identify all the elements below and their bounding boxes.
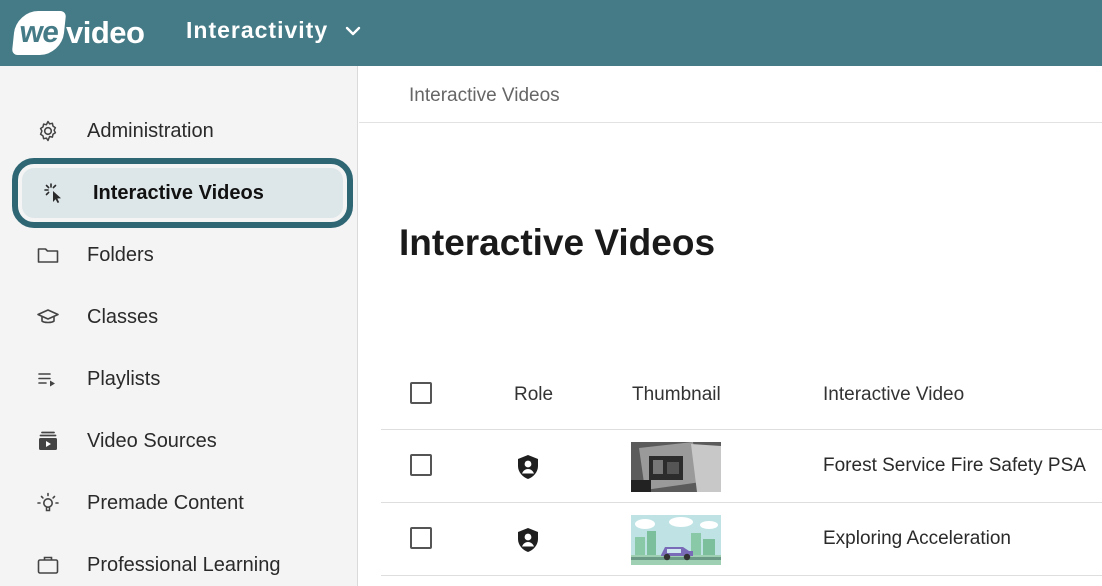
sidebar-item-classes[interactable]: Classes	[20, 292, 350, 342]
video-name: Forest Service Fire Safety PSA	[823, 455, 1086, 476]
breadcrumb-bar: Interactive Videos	[359, 66, 1102, 123]
logo-video: video	[66, 15, 145, 50]
breadcrumb[interactable]: Interactive Videos	[409, 85, 560, 107]
logo-we: we	[11, 11, 67, 55]
sidebar-item-professional-learning[interactable]: Professional Learning	[20, 540, 350, 586]
sidebar-item-folders[interactable]: Folders	[20, 230, 350, 280]
sidebar-item-label: Folders	[87, 243, 154, 266]
video-name: Exploring Acceleration	[823, 528, 1011, 549]
table-row[interactable]: Exploring Acceleration	[381, 503, 1102, 576]
app-switcher[interactable]: Interactivity	[186, 17, 362, 44]
page-title: Interactive Videos	[399, 222, 716, 263]
row-checkbox[interactable]	[410, 454, 432, 476]
graduation-cap-icon	[34, 303, 62, 331]
chevron-down-icon	[345, 26, 361, 35]
video-sources-icon	[34, 427, 62, 455]
briefcase-icon	[34, 551, 62, 579]
column-header-thumbnail[interactable]: Thumbnail	[632, 384, 721, 406]
table-row[interactable]: Forest Service Fire Safety PSA	[381, 430, 1102, 503]
folder-icon	[34, 241, 62, 269]
dark-photo-thumbnail[interactable]	[631, 442, 721, 492]
sidebar-item-label: Premade Content	[87, 491, 244, 514]
sidebar-item-label: Interactive Videos	[93, 181, 264, 204]
sidebar-item-label: Administration	[87, 119, 214, 142]
shield-user-icon	[518, 455, 538, 479]
column-header-role[interactable]: Role	[514, 384, 553, 406]
videos-table: Role Thumbnail Interactive Video Forest …	[381, 362, 1102, 576]
table-header-row: Role Thumbnail Interactive Video	[381, 362, 1102, 430]
select-all-checkbox[interactable]	[410, 382, 432, 404]
top-bar: we video Interactivity	[0, 0, 1102, 66]
shield-user-icon	[518, 528, 538, 552]
sidebar-item-label: Professional Learning	[87, 553, 281, 576]
sidebar-item-label: Video Sources	[87, 429, 217, 452]
row-checkbox[interactable]	[410, 527, 432, 549]
gear-icon	[34, 117, 62, 145]
sidebar: Administration Interactive Videos Folder…	[0, 66, 358, 586]
sidebar-item-playlists[interactable]: Playlists	[20, 354, 350, 404]
playlist-icon	[34, 365, 62, 393]
lightbulb-icon	[34, 489, 62, 517]
wevideo-logo[interactable]: we video	[11, 10, 145, 56]
sidebar-item-video-sources[interactable]: Video Sources	[20, 416, 350, 466]
sidebar-item-label: Playlists	[87, 367, 161, 390]
sidebar-item-label: Classes	[87, 305, 159, 328]
click-cursor-icon	[40, 179, 68, 207]
app-name: Interactivity	[186, 17, 329, 43]
sidebar-item-premade-content[interactable]: Premade Content	[20, 478, 350, 528]
car-city-thumbnail[interactable]	[631, 515, 721, 565]
sidebar-item-administration[interactable]: Administration	[20, 106, 350, 156]
sidebar-item-interactive-videos[interactable]: Interactive Videos	[12, 158, 353, 228]
column-header-interactive-video[interactable]: Interactive Video	[823, 384, 964, 406]
